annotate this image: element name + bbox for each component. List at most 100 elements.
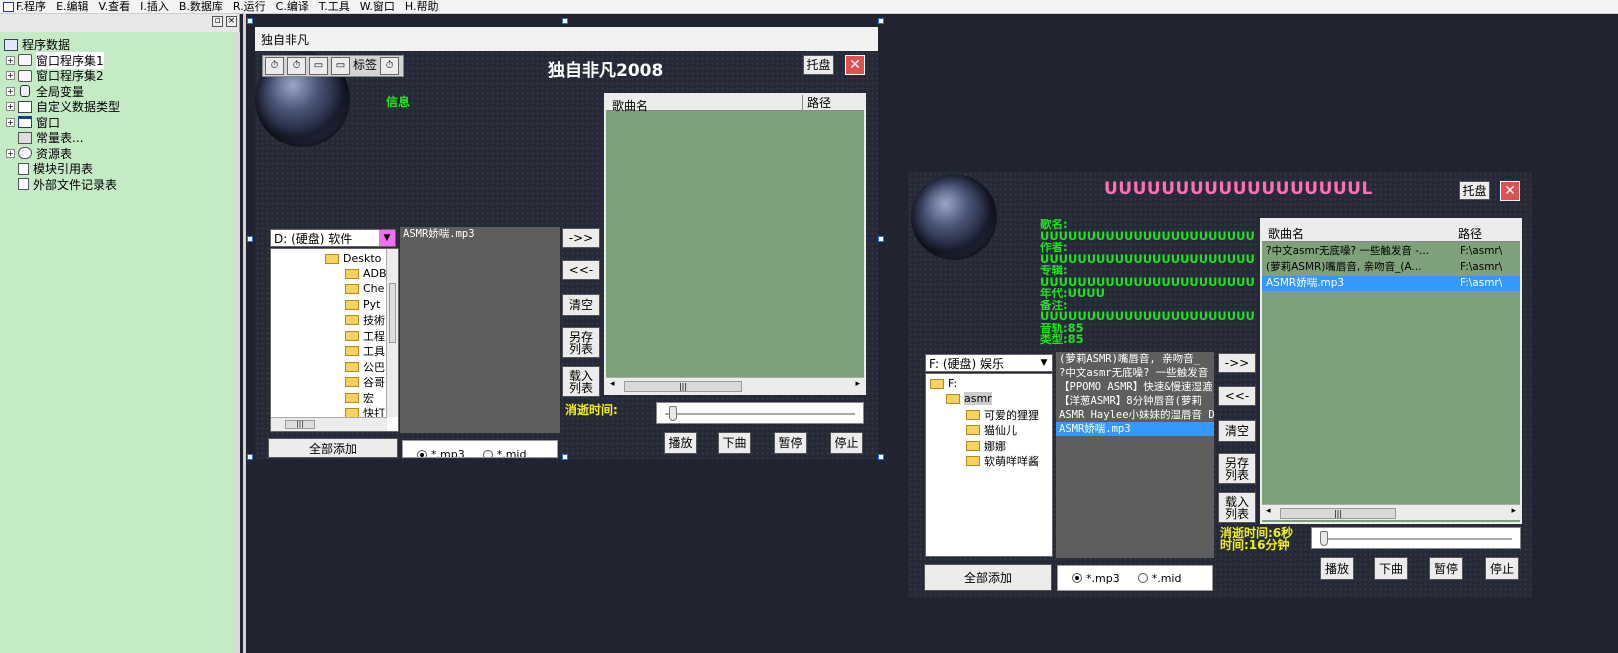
timer-icon[interactable]: ⏱	[380, 57, 400, 75]
menu-run[interactable]: R.运行	[233, 0, 266, 13]
horizontal-scrollbar[interactable]: ◂ ||| ▸	[1262, 504, 1520, 520]
tray-button[interactable]: 托盘	[1459, 181, 1490, 200]
resize-handle[interactable]	[878, 454, 884, 460]
radio-icon[interactable]	[482, 449, 493, 457]
radio-icon[interactable]	[417, 449, 427, 457]
tray-button[interactable]: 托盘	[803, 55, 834, 75]
dir-item[interactable]: ADB	[363, 267, 387, 280]
column-song-name[interactable]: 歌曲名	[1268, 225, 1304, 242]
add-button[interactable]: ->>	[1218, 353, 1256, 373]
column-path[interactable]: 路径	[1458, 225, 1482, 242]
tree-item-window[interactable]: + 窗口	[4, 115, 120, 131]
scroll-right-icon[interactable]: ▸	[855, 379, 860, 389]
close-button[interactable]: ✕	[845, 55, 865, 75]
radio-mp3[interactable]: *.mp3	[1072, 572, 1120, 585]
resize-handle[interactable]	[878, 236, 884, 242]
playlist-view[interactable]: 歌曲名 路径 ?中文asmr无底噪? 一些触发音 -... F:\asmr\ (萝…	[1260, 218, 1522, 524]
dir-item[interactable]: 工程	[363, 328, 385, 344]
drive-select[interactable]: D: (硬盘) 软件 ▼	[270, 229, 396, 247]
column-song-name[interactable]: 歌曲名	[612, 97, 648, 114]
dir-item[interactable]: 公巴	[363, 359, 385, 375]
vertical-scrollbar[interactable]	[386, 249, 398, 417]
clear-button[interactable]: 清空	[1218, 420, 1256, 442]
file-item[interactable]: ASMR娇喘.mp3	[400, 227, 560, 241]
menu-help[interactable]: H.帮助	[405, 0, 439, 13]
remove-button[interactable]: <<-	[1218, 386, 1256, 406]
tree-item-resources[interactable]: + 资源表	[4, 146, 120, 162]
radio-mp3[interactable]: *.mp3	[417, 448, 465, 457]
chevron-down-icon[interactable]: ▼	[379, 230, 395, 246]
slider-knob[interactable]	[1320, 531, 1328, 546]
add-button[interactable]: ->>	[562, 228, 600, 248]
slider-knob[interactable]	[669, 406, 677, 421]
playlist-row-selected[interactable]: ASMR娇喘.mp3 F:\asmr\	[1262, 276, 1520, 291]
window-icon[interactable]: ▭	[309, 57, 328, 75]
close-icon[interactable]: ×	[226, 16, 237, 27]
file-item-selected[interactable]: ASMR娇喘.mp3	[1056, 422, 1214, 436]
directory-box[interactable]: F: asmr 可爱的狸狸 猫仙儿 娜娜 软萌咩咩酱	[925, 373, 1053, 557]
close-button[interactable]: ✕	[1500, 181, 1520, 201]
resize-handle[interactable]	[562, 454, 568, 460]
horizontal-scrollbar[interactable]: |||	[271, 417, 387, 431]
dir-item[interactable]: 猫仙儿	[984, 422, 1017, 438]
horizontal-scrollbar[interactable]: ◂ ||| ▸	[606, 377, 864, 393]
stop-button[interactable]: 停止	[1485, 557, 1519, 580]
dir-item[interactable]: 可爱的狸狸	[984, 407, 1039, 423]
radio-mid[interactable]: *.mid	[482, 448, 526, 457]
pause-button[interactable]: 暂停	[1429, 557, 1463, 580]
menu-window[interactable]: W.窗口	[360, 0, 395, 13]
file-item[interactable]: ?中文asmr无底噪? 一些触发音	[1056, 366, 1214, 380]
directory-box[interactable]: Deskto ADB Che Pyt 技術 工程 工具 公巴 谷哥 宏 快打 |…	[270, 248, 399, 432]
add-all-button[interactable]: 全部添加	[924, 564, 1052, 591]
scroll-right-icon[interactable]: ▸	[1511, 506, 1516, 516]
load-list-button[interactable]: 载入 列表	[1218, 492, 1256, 523]
dir-item[interactable]: 软萌咩咩酱	[984, 453, 1039, 469]
play-button[interactable]: 播放	[1320, 557, 1354, 580]
menu-insert[interactable]: I.插入	[140, 0, 169, 13]
radio-mid[interactable]: *.mid	[1137, 572, 1181, 585]
resize-handle[interactable]	[247, 454, 253, 460]
tree-item-custom-types[interactable]: + 自定义数据类型	[4, 99, 120, 115]
tree-item-constants[interactable]: 常量表...	[4, 130, 120, 146]
dir-item[interactable]: 谷哥	[363, 374, 385, 390]
panel-splitter[interactable]	[243, 14, 246, 653]
progress-slider[interactable]	[656, 402, 864, 424]
expand-icon[interactable]: +	[6, 55, 15, 65]
tree-item-window-assembly-1[interactable]: + 窗口程序集1	[4, 51, 120, 69]
pin-icon[interactable]: ▫	[212, 16, 223, 27]
radio-icon[interactable]	[1072, 573, 1082, 583]
expand-icon[interactable]: +	[6, 117, 15, 127]
file-list[interactable]: (萝莉ASMR)嘴唇音, 亲吻音_ ?中文asmr无底噪? 一些触发音 【PPO…	[1056, 352, 1214, 558]
tree-item-window-assembly-2[interactable]: + 窗口程序集2	[4, 68, 120, 84]
stop-button[interactable]: 停止	[830, 432, 863, 454]
scroll-thumb[interactable]: |||	[1280, 508, 1396, 519]
expand-icon[interactable]: +	[6, 102, 15, 112]
remove-button[interactable]: <<-	[562, 260, 600, 280]
save-list-button[interactable]: 另存 列表	[1218, 453, 1256, 484]
expand-icon[interactable]: +	[6, 148, 15, 158]
dir-item[interactable]: asmr	[964, 392, 992, 405]
file-list[interactable]: ASMR娇喘.mp3	[400, 227, 560, 433]
next-button[interactable]: 下曲	[718, 432, 751, 454]
dir-item[interactable]: F:	[948, 377, 957, 390]
menu-compile[interactable]: C.编译	[276, 0, 309, 13]
tree-item-global-variables[interactable]: + 全局变量	[4, 84, 120, 100]
timer-icon[interactable]: ⏱	[287, 57, 306, 75]
drive-select[interactable]: F: (硬盘) 娱乐 ▼	[925, 354, 1053, 372]
clear-button[interactable]: 清空	[562, 294, 600, 316]
file-item[interactable]: 【PPOMO ASMR】快速&慢速湿漉	[1056, 380, 1214, 394]
tree-item-program-data[interactable]: 程序数据	[4, 37, 120, 53]
resize-handle[interactable]	[247, 18, 253, 24]
pause-button[interactable]: 暂停	[774, 432, 807, 454]
menu-edit[interactable]: E.编辑	[56, 0, 88, 13]
next-button[interactable]: 下曲	[1374, 557, 1408, 580]
tree-item-external-files[interactable]: 外部文件记录表	[4, 177, 120, 193]
file-item[interactable]: 【洋葱ASMR】8分钟唇音(萝莉	[1056, 394, 1214, 408]
tree-item-module-refs[interactable]: 模块引用表	[4, 161, 120, 177]
resize-handle[interactable]	[562, 18, 568, 24]
column-path[interactable]: 路径	[802, 95, 831, 111]
load-list-button[interactable]: 载入 列表	[562, 366, 600, 397]
radio-icon[interactable]	[1137, 573, 1148, 583]
playlist-view[interactable]: 歌曲名 路径 ◂ ||| ▸	[604, 93, 866, 395]
dir-item[interactable]: Che	[363, 282, 384, 295]
